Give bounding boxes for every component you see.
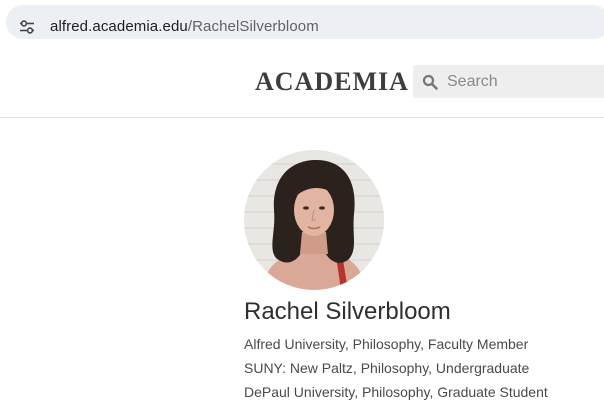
affiliation-list: Alfred University, Philosophy, Faculty M… <box>244 332 548 404</box>
affiliation-item[interactable]: DePaul University, Philosophy, Graduate … <box>244 380 548 404</box>
profile-name: Rachel Silverbloom <box>244 298 451 325</box>
academia-logo[interactable]: ACADEMIA <box>255 67 409 97</box>
browser-address-bar: alfred.academia.edu/RachelSilverbloom <box>0 0 604 45</box>
site-header: ACADEMIA <box>0 45 604 118</box>
url-text[interactable]: alfred.academia.edu/RachelSilverbloom <box>50 18 319 36</box>
url-domain: alfred.academia.edu <box>50 18 188 35</box>
omnibox[interactable]: alfred.academia.edu/RachelSilverbloom <box>6 5 604 39</box>
affiliation-item[interactable]: Alfred University, Philosophy, Faculty M… <box>244 332 548 356</box>
avatar[interactable] <box>244 150 384 290</box>
search-icon[interactable] <box>422 74 438 90</box>
url-path: /RachelSilverbloom <box>187 18 319 35</box>
page: alfred.academia.edu/RachelSilverbloom AC… <box>0 0 604 407</box>
search-box[interactable] <box>413 65 604 98</box>
affiliation-item[interactable]: SUNY: New Paltz, Philosophy, Undergradua… <box>244 356 548 380</box>
tune-icon[interactable] <box>19 19 35 35</box>
profile-photo <box>244 150 384 290</box>
search-input[interactable] <box>447 65 604 98</box>
